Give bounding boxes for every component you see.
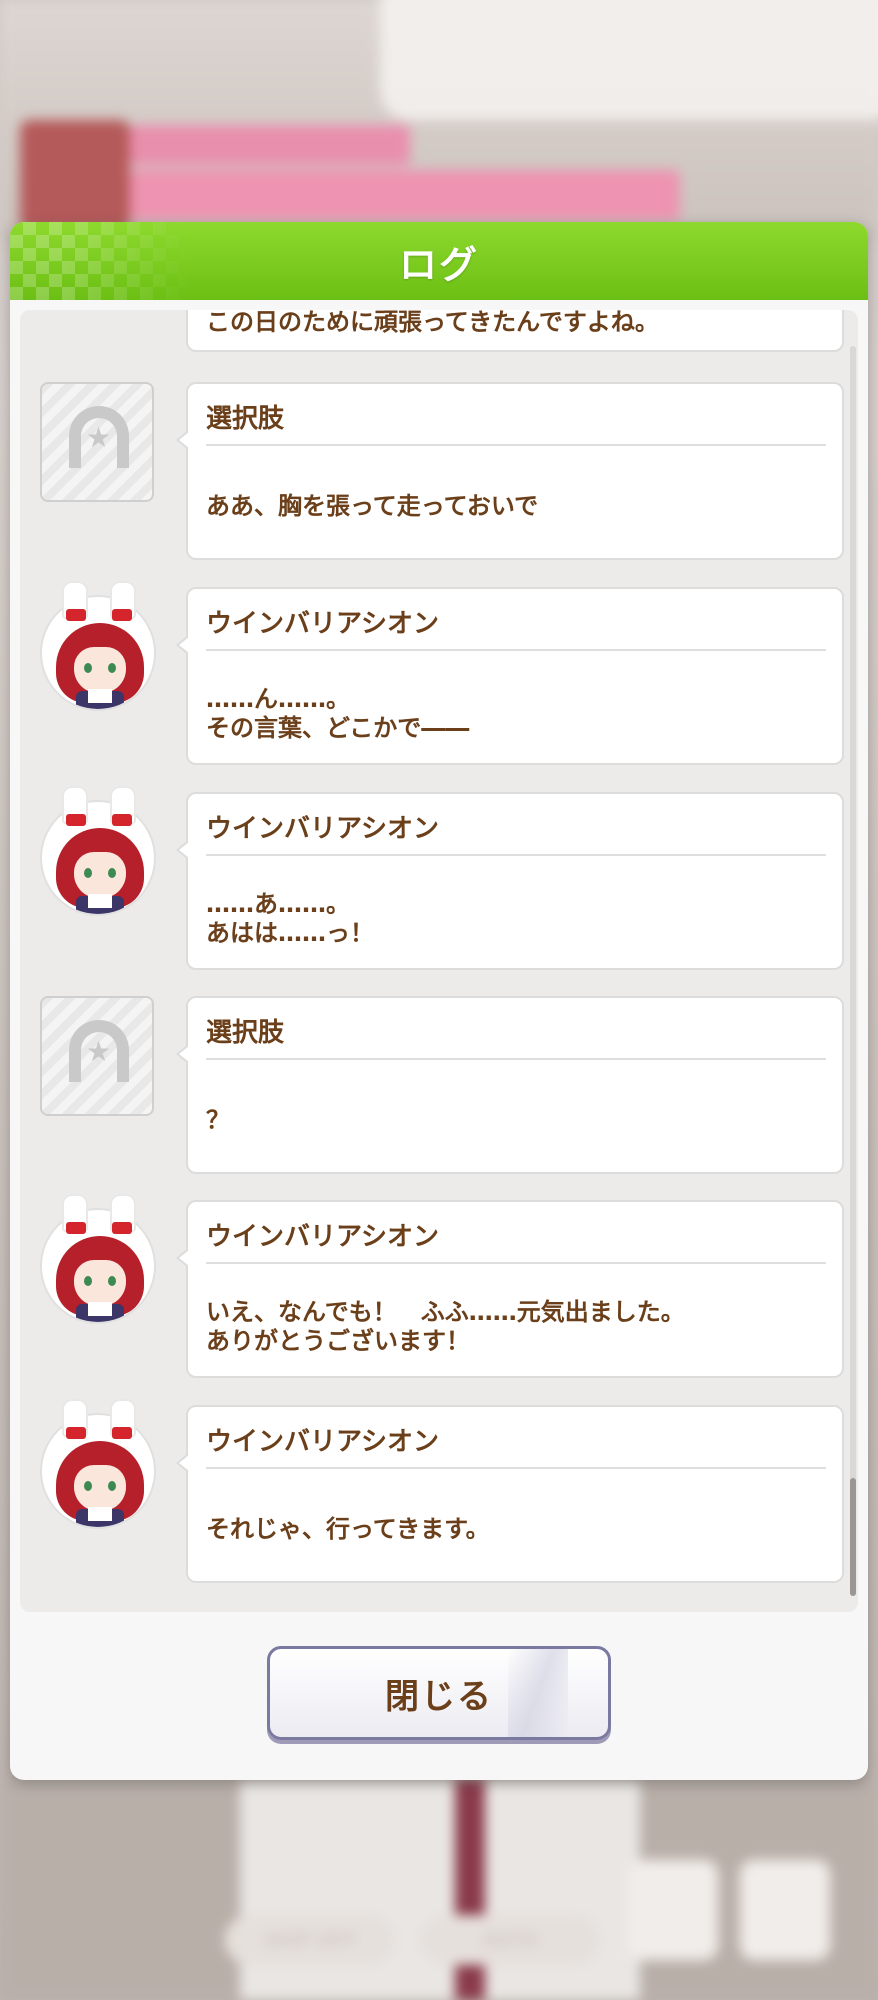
avatar: ★: [40, 996, 158, 1120]
log-entry: ウインバリアシオン それじゃ、行ってきます。: [20, 1399, 850, 1585]
log-list[interactable]: この日のために頑張ってきたんですよね。 ★ 選択肢 ああ、胸を張って走っておいで: [20, 310, 858, 1612]
speaker-name: ウインバリアシオン: [206, 1222, 439, 1252]
character-portrait: [40, 1413, 156, 1529]
log-entry: ウインバリアシオン いえ、なんでも！ ふふ……元気出ました。 ありがとうございま…: [20, 1194, 850, 1380]
message-bubble: ウインバリアシオン ……ん……。 その言葉、どこかで――: [176, 587, 844, 765]
log-dialog: ログ この日のために頑張ってきたんですよね。 ★ 選択肢 ああ、胸を張って走って…: [10, 222, 868, 1780]
log-entry-partial: この日のために頑張ってきたんですよね。: [20, 310, 850, 364]
message-text: ？: [206, 1106, 230, 1134]
close-button-label: 閉じる: [385, 1676, 493, 1717]
star-icon: ★: [86, 1035, 112, 1068]
header-pattern: [10, 222, 190, 300]
message-bubble: 選択肢 ？: [176, 996, 844, 1174]
message-bubble: ウインバリアシオン ……あ……。 あはは……っ！: [176, 792, 844, 970]
message-text: ……ん……。 その言葉、どこかで――: [206, 685, 470, 742]
avatar: [40, 1194, 158, 1324]
speaker-name: 選択肢: [206, 1018, 285, 1048]
message-text: いえ、なんでも！ ふふ……元気出ました。 ありがとうございます！: [206, 1298, 685, 1355]
star-icon: ★: [86, 421, 112, 454]
auto-button: AUTO: [420, 1915, 600, 1965]
avatar: [40, 581, 158, 711]
speaker-name: ウインバリアシオン: [206, 814, 439, 844]
menu-icon: [740, 1860, 830, 1960]
skip-button: SKIP OFF: [225, 1915, 395, 1965]
message-bubble: この日のために頑張ってきたんですよね。: [186, 310, 844, 352]
close-button[interactable]: 閉じる: [267, 1646, 611, 1740]
message-text: ……あ……。 あはは……っ！: [206, 890, 374, 947]
speaker-name: ウインバリアシオン: [206, 1427, 439, 1457]
log-menu-icon: [628, 1860, 718, 1960]
message-bubble: ウインバリアシオン それじゃ、行ってきます。: [176, 1405, 844, 1583]
message-text: ああ、胸を張って走っておいで: [206, 492, 539, 520]
dialog-title: ログ: [398, 242, 479, 287]
scrollbar-track[interactable]: [850, 346, 856, 1596]
message-bubble: 選択肢 ああ、胸を張って走っておいで: [176, 382, 844, 560]
character-portrait: [40, 595, 156, 711]
character-portrait: [40, 800, 156, 916]
log-entry: ★ 選択肢 ？: [20, 996, 850, 1176]
message-text: この日のために頑張ってきたんですよね。: [206, 310, 659, 336]
character-portrait: [40, 1208, 156, 1324]
avatar: ★: [40, 382, 158, 506]
log-entry: ウインバリアシオン ……ん……。 その言葉、どこかで――: [20, 581, 850, 767]
dialog-header: ログ: [10, 222, 868, 300]
avatar: [40, 786, 158, 916]
speaker-name: 選択肢: [206, 404, 285, 434]
scrollbar-thumb[interactable]: [850, 1478, 856, 1596]
message-text: それじゃ、行ってきます。: [206, 1515, 490, 1543]
log-entry: ★ 選択肢 ああ、胸を張って走っておいで: [20, 382, 850, 562]
log-entry: ウインバリアシオン ……あ……。 あはは……っ！: [20, 786, 850, 972]
speaker-name: ウインバリアシオン: [206, 609, 439, 639]
avatar: [40, 1399, 158, 1529]
message-bubble: ウインバリアシオン いえ、なんでも！ ふふ……元気出ました。 ありがとうございま…: [176, 1200, 844, 1378]
